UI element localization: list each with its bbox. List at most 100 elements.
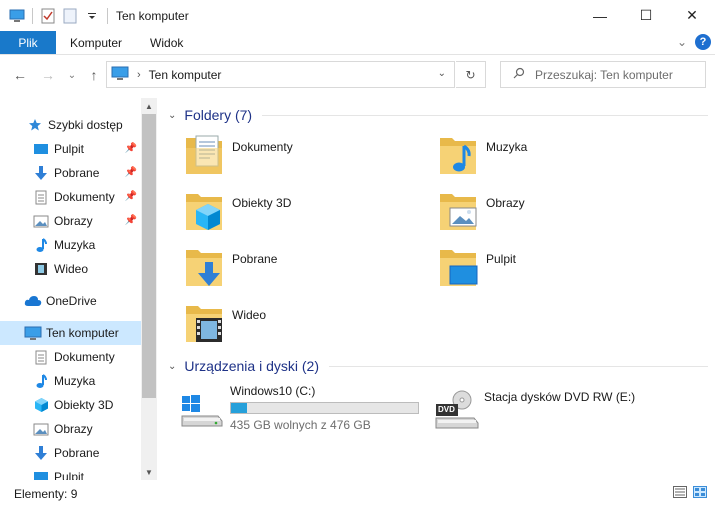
breadcrumb-item[interactable]: Ten komputer xyxy=(149,68,222,82)
cloud-icon xyxy=(24,292,42,310)
sidebar-item-downloads[interactable]: Pobrane 📌 xyxy=(0,161,141,185)
sidebar-item-quick-access[interactable]: Szybki dostęp xyxy=(0,113,141,137)
sidebar-item-music[interactable]: Muzyka xyxy=(0,369,141,393)
pictures-icon xyxy=(32,420,50,438)
status-bar: Elementy: 9 xyxy=(0,482,715,505)
new-folder-icon[interactable] xyxy=(61,7,79,25)
document-icon xyxy=(32,188,50,206)
search-box[interactable]: Przeszukaj: Ten komputer xyxy=(500,61,706,88)
search-input[interactable]: Przeszukaj: Ten komputer xyxy=(535,68,673,82)
group-header-folders[interactable]: ⌄ Foldery (7) xyxy=(168,107,708,123)
properties-icon[interactable] xyxy=(39,7,57,25)
computer-icon xyxy=(111,66,129,84)
sidebar-item-videos[interactable]: Wideo xyxy=(0,257,141,281)
drive-usage-bar xyxy=(230,402,419,414)
folder-videos[interactable]: Wideo xyxy=(184,300,424,348)
refresh-button[interactable]: ↻ xyxy=(456,61,486,88)
ribbon-tabs: Plik Komputer Widok ⌄ ? xyxy=(0,31,715,55)
sidebar-item-onedrive[interactable]: OneDrive xyxy=(0,289,141,313)
sidebar-item-downloads[interactable]: Pobrane xyxy=(0,441,141,465)
separator xyxy=(32,7,33,24)
folder-name: Pobrane xyxy=(232,252,278,266)
chevron-down-icon[interactable]: ⌄ xyxy=(168,110,176,121)
navigation-pane: Szybki dostęp Pulpit 📌 Pobrane 📌 Dokumen… xyxy=(0,98,157,480)
pin-icon[interactable]: 📌 xyxy=(125,167,137,178)
desktop-icon xyxy=(32,468,50,480)
sidebar-item-3d-objects[interactable]: Obiekty 3D xyxy=(0,393,141,417)
sidebar-item-pictures[interactable]: Obrazy xyxy=(0,417,141,441)
minimize-button[interactable]: — xyxy=(577,0,623,31)
tiles-view-icon[interactable] xyxy=(693,486,707,501)
folder-pictures[interactable]: Obrazy xyxy=(438,188,678,236)
video-icon xyxy=(32,260,50,278)
title-bar: Ten komputer — ☐ ✕ xyxy=(0,0,715,31)
scroll-up-icon[interactable]: ▲ xyxy=(141,98,157,114)
document-icon xyxy=(32,348,50,366)
pictures-icon xyxy=(32,212,50,230)
group-header-devices[interactable]: ⌄ Urządzenia i dyski (2) xyxy=(168,358,708,374)
sidebar-item-this-pc[interactable]: Ten komputer xyxy=(0,321,141,345)
folder-name: Muzyka xyxy=(486,140,528,154)
3d-objects-folder-icon xyxy=(184,188,224,235)
search-icon xyxy=(513,67,525,82)
customize-toolbar-icon[interactable] xyxy=(83,7,101,25)
back-button[interactable]: ← xyxy=(10,65,30,85)
breadcrumb-separator-icon[interactable]: › xyxy=(137,69,141,81)
sidebar-item-desktop[interactable]: Pulpit xyxy=(0,465,141,480)
drive-name: Stacja dysków DVD RW (E:) xyxy=(484,390,636,404)
sidebar-item-desktop[interactable]: Pulpit 📌 xyxy=(0,137,141,161)
help-icon[interactable]: ? xyxy=(695,34,711,50)
pin-icon[interactable]: 📌 xyxy=(125,143,137,154)
quick-access-toolbar xyxy=(0,7,110,25)
separator xyxy=(107,7,108,24)
tab-file[interactable]: Plik xyxy=(0,31,56,54)
address-bar[interactable]: › Ten komputer ⌄ xyxy=(106,61,455,88)
divider xyxy=(329,365,708,367)
star-icon xyxy=(26,116,44,134)
up-button[interactable]: ↑ xyxy=(84,65,104,85)
details-view-icon[interactable] xyxy=(673,486,687,501)
address-dropdown-icon[interactable]: ⌄ xyxy=(438,68,446,79)
dvd-badge: DVD xyxy=(438,405,455,414)
windows-drive-icon xyxy=(180,388,224,431)
tab-view[interactable]: Widok xyxy=(136,31,197,54)
window-controls: — ☐ ✕ xyxy=(577,0,715,31)
drive-usage-fill xyxy=(231,403,248,413)
download-icon xyxy=(32,444,50,462)
divider xyxy=(262,114,708,116)
chevron-down-icon[interactable]: ⌄ xyxy=(168,361,176,372)
pin-icon[interactable]: 📌 xyxy=(125,191,137,202)
sidebar-item-documents[interactable]: Dokumenty 📌 xyxy=(0,185,141,209)
computer-icon xyxy=(8,7,26,25)
downloads-folder-icon xyxy=(184,244,224,291)
ribbon-controls: ⌄ ? xyxy=(677,34,711,50)
scroll-thumb[interactable] xyxy=(142,114,156,398)
recent-locations-button[interactable]: ⌄ xyxy=(64,65,80,85)
computer-icon xyxy=(24,324,42,342)
forward-button[interactable]: → xyxy=(38,65,58,85)
drive-c[interactable]: Windows10 (C:) 435 GB wolnych z 476 GB xyxy=(180,384,430,436)
sidebar-item-documents[interactable]: Dokumenty xyxy=(0,345,141,369)
folder-documents[interactable]: Dokumenty xyxy=(184,132,424,180)
music-icon xyxy=(32,372,50,390)
item-count: Elementy: 9 xyxy=(14,486,78,501)
pin-icon[interactable]: 📌 xyxy=(125,215,137,226)
cube-icon xyxy=(32,396,50,414)
folder-desktop[interactable]: Pulpit xyxy=(438,244,678,292)
folder-3d-objects[interactable]: Obiekty 3D xyxy=(184,188,424,236)
folder-music[interactable]: Muzyka xyxy=(438,132,678,180)
folder-downloads[interactable]: Pobrane xyxy=(184,244,424,292)
music-folder-icon xyxy=(438,132,478,179)
ribbon-expand-icon[interactable]: ⌄ xyxy=(677,35,687,49)
sidebar-item-music[interactable]: Muzyka xyxy=(0,233,141,257)
music-icon xyxy=(32,236,50,254)
sidebar-item-pictures[interactable]: Obrazy 📌 xyxy=(0,209,141,233)
tab-computer[interactable]: Komputer xyxy=(56,31,136,54)
sidebar-scrollbar[interactable]: ▲ ▼ xyxy=(141,98,157,480)
drive-dvd[interactable]: DVD Stacja dysków DVD RW (E:) xyxy=(434,386,694,438)
close-button[interactable]: ✕ xyxy=(669,0,715,31)
desktop-folder-icon xyxy=(438,244,478,291)
maximize-button[interactable]: ☐ xyxy=(623,0,669,31)
scroll-down-icon[interactable]: ▼ xyxy=(141,464,157,480)
desktop-icon xyxy=(32,140,50,158)
